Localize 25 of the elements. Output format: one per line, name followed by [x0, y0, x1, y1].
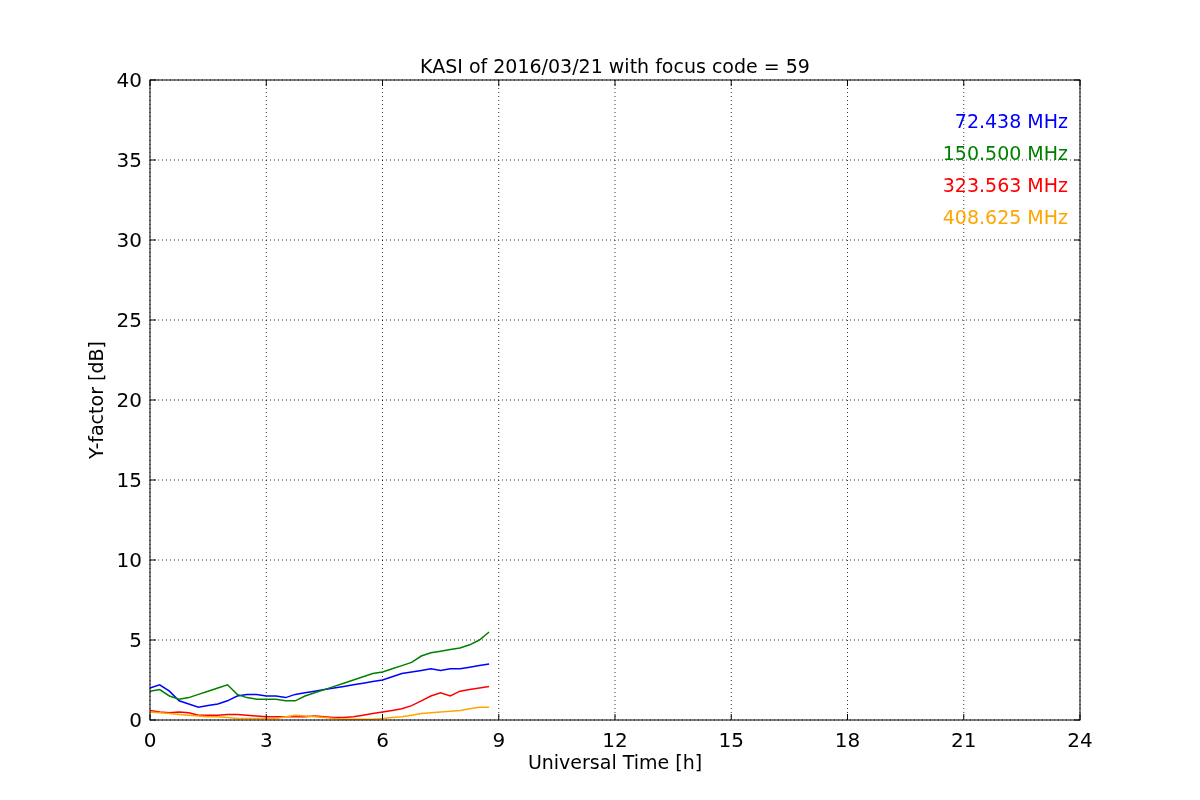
legend-label: 323.563 MHz — [942, 174, 1068, 196]
tick-label: 24 — [1067, 728, 1093, 752]
tick-label: 0 — [143, 728, 157, 752]
axis-label: Universal Time [h] — [527, 751, 703, 773]
legend-label: 408.625 MHz — [942, 206, 1068, 228]
tick-label: 15 — [718, 728, 744, 752]
tick-label: 25 — [116, 308, 142, 332]
tick-label: 15 — [116, 468, 142, 492]
tick-label: 5 — [129, 628, 142, 652]
tick-label: 18 — [834, 728, 861, 752]
legend-label: 150.500 MHz — [942, 142, 1068, 164]
tick-label: 6 — [376, 728, 389, 752]
tick-label: 10 — [116, 548, 142, 572]
tick-label: 30 — [116, 228, 142, 252]
tick-label: 12 — [602, 728, 628, 752]
tick-label: 40 — [116, 68, 142, 92]
axis-label: Y-factor [dB] — [85, 341, 107, 459]
tick-label: 9 — [492, 728, 506, 752]
legend-label: 72.438 MHz — [954, 110, 1068, 132]
tick-label: 35 — [116, 148, 142, 172]
tick-label: 0 — [129, 708, 142, 732]
tick-label: 3 — [259, 728, 273, 752]
tick-label: 20 — [116, 388, 142, 412]
tick-label: 21 — [951, 728, 977, 752]
chart-title: KASI of 2016/03/21 with focus code = 59 — [420, 55, 810, 77]
